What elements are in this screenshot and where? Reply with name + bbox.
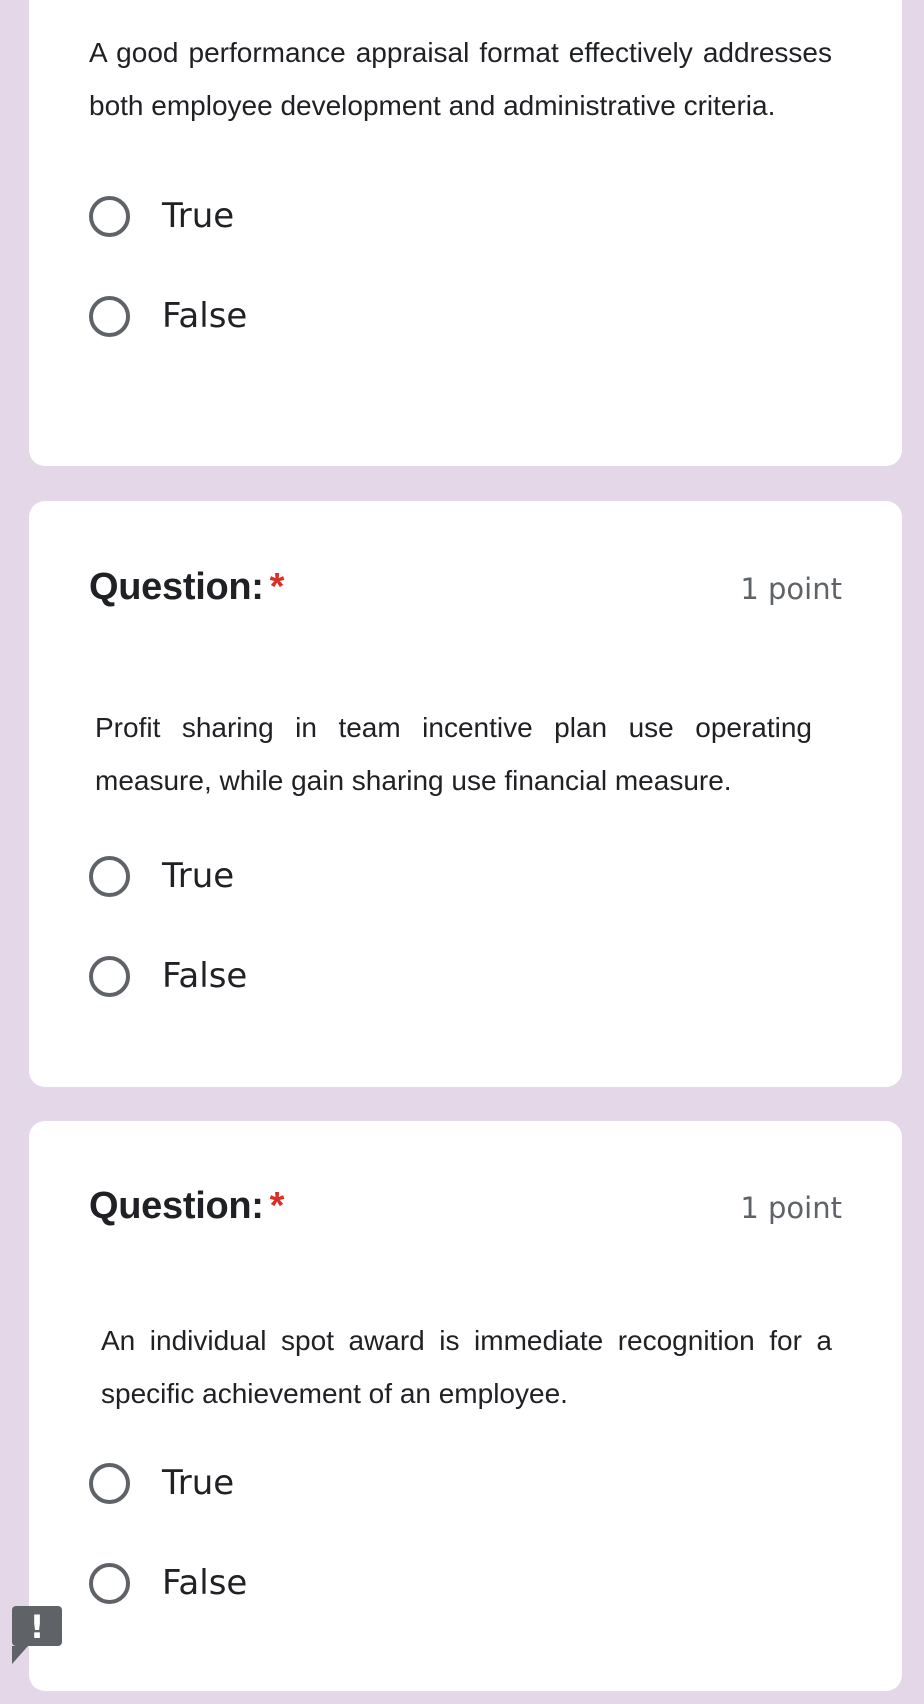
required-asterisk: * — [269, 566, 285, 608]
radio-button[interactable] — [89, 1562, 130, 1604]
required-asterisk: * — [269, 1185, 285, 1227]
radio-button[interactable] — [89, 195, 130, 237]
question-card-2: Question: * 1 point Profit sharing in tea… — [29, 501, 902, 1087]
option-label: False — [162, 956, 248, 996]
question-text: An individual spot award is immediate re… — [101, 1325, 832, 1409]
radio-button[interactable] — [89, 1462, 130, 1504]
question-title: Question: * — [89, 1185, 284, 1228]
radio-button[interactable] — [89, 855, 130, 897]
option-false[interactable]: False — [89, 1557, 247, 1609]
question-text: A good performance appraisal format effe… — [89, 37, 832, 121]
points-label: 1 point — [740, 572, 842, 606]
points-label: 1 point — [740, 1191, 842, 1225]
report-button[interactable]: ! — [12, 1606, 62, 1664]
radio-button[interactable] — [89, 295, 130, 337]
option-label: True — [162, 856, 235, 896]
option-false[interactable]: False — [89, 950, 247, 1002]
option-label: True — [162, 196, 235, 236]
option-false[interactable]: False — [89, 290, 247, 342]
question-label: Question: — [89, 566, 264, 608]
question-card-3: Question: * 1 point An individual spot aw… — [29, 1121, 902, 1691]
option-true[interactable]: True — [89, 1457, 234, 1509]
question-label: Question: — [89, 1185, 264, 1227]
option-label: True — [162, 1463, 235, 1503]
question-text: Profit sharing in team incentive plan us… — [95, 712, 812, 796]
question-card-1: A good performance appraisal format effe… — [29, 0, 902, 466]
question-header: Question: * 1 point — [89, 566, 842, 609]
question-header: Question: * 1 point — [89, 1185, 842, 1228]
option-true[interactable]: True — [89, 190, 234, 242]
exclamation-icon: ! — [29, 1608, 45, 1646]
question-title: Question: * — [89, 566, 284, 609]
radio-button[interactable] — [89, 955, 130, 997]
option-true[interactable]: True — [89, 850, 234, 902]
option-label: False — [162, 1563, 248, 1603]
option-label: False — [162, 296, 248, 336]
